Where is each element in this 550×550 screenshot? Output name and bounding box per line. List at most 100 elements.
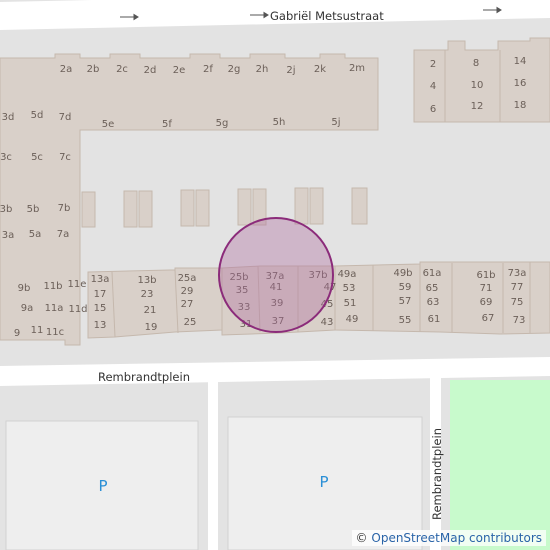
attribution-link[interactable]: OpenStreetMap contributors (371, 531, 542, 545)
parking-icon[interactable]: P (319, 473, 328, 491)
location-marker-circle[interactable] (218, 217, 334, 333)
house-number-9: 9 (14, 328, 20, 339)
house-number-2: 2 (430, 59, 436, 70)
house-number-2e: 2e (173, 65, 186, 76)
house-number-73: 73 (513, 315, 526, 326)
garage (81, 191, 96, 228)
house-number-49a: 49a (338, 269, 357, 280)
house-number-2f: 2f (203, 64, 213, 75)
house-number-2m: 2m (349, 63, 365, 74)
parking-icon[interactable]: P (98, 477, 107, 495)
house-number-5a: 5a (29, 229, 42, 240)
map-canvas[interactable]: Gabriël Metsustraat Rembrandtplein Rembr… (0, 0, 550, 550)
house-number-10: 10 (471, 80, 484, 91)
house-number-13b: 13b (137, 275, 156, 286)
garage (180, 189, 195, 227)
street-label-rembrandtplein[interactable]: Rembrandtplein (98, 370, 190, 384)
house-number-49b: 49b (393, 268, 412, 279)
house-number-2a: 2a (60, 64, 73, 75)
house-number-5g: 5g (216, 118, 229, 129)
house-number-5d: 5d (31, 110, 44, 121)
house-number-5j: 5j (331, 117, 340, 128)
house-number-43: 43 (321, 317, 334, 328)
attribution: © OpenStreetMap contributors (351, 530, 546, 546)
house-number-11c: 11c (46, 327, 64, 338)
house-number-6: 6 (430, 104, 436, 115)
house-number-18: 18 (514, 100, 527, 111)
house-number-7b: 7b (58, 203, 71, 214)
house-number-13a: 13a (91, 274, 110, 285)
house-number-5e: 5e (102, 119, 115, 130)
house-number-27: 27 (181, 299, 194, 310)
garage (138, 190, 153, 228)
house-number-25: 25 (184, 317, 197, 328)
house-number-14: 14 (514, 56, 527, 67)
house-number-2d: 2d (144, 65, 157, 76)
house-number-73a: 73a (508, 268, 527, 279)
garage (351, 187, 368, 225)
garage (237, 188, 252, 226)
house-number-2g: 2g (228, 64, 241, 75)
house-number-67: 67 (482, 313, 495, 324)
house-number-61: 61 (428, 314, 441, 325)
street-label-rembrandtplein-vertical[interactable]: Rembrandtplein (430, 428, 444, 520)
house-number-7d: 7d (59, 112, 72, 123)
house-number-16: 16 (514, 78, 527, 89)
footpath[interactable] (208, 378, 218, 550)
house-number-11a: 11a (45, 303, 64, 314)
house-number-61a: 61a (423, 268, 442, 279)
house-number-61b: 61b (476, 270, 495, 281)
house-number-59: 59 (399, 282, 412, 293)
house-number-2k: 2k (314, 64, 326, 75)
house-number-75: 75 (511, 297, 524, 308)
house-number-23: 23 (141, 289, 154, 300)
house-number-9a: 9a (21, 303, 34, 314)
house-number-2b: 2b (87, 64, 100, 75)
house-number-3a: 3a (2, 230, 15, 241)
house-number-63: 63 (427, 297, 440, 308)
house-number-11e: 11e (68, 279, 87, 290)
garage (195, 189, 210, 227)
house-number-12: 12 (471, 101, 484, 112)
house-number-11b: 11b (43, 281, 62, 292)
house-number-51: 51 (344, 298, 357, 309)
street-label-gabriel-metsustraat[interactable]: Gabriël Metsustraat (270, 9, 384, 23)
house-number-2h: 2h (256, 64, 269, 75)
house-number-21: 21 (144, 305, 157, 316)
house-number-29: 29 (181, 286, 194, 297)
garage (309, 187, 324, 225)
house-number-11d: 11d (68, 304, 87, 315)
house-number-2j: 2j (286, 65, 295, 76)
house-number-3c: 3c (0, 152, 12, 163)
house-number-5h: 5h (273, 117, 286, 128)
house-number-53: 53 (343, 283, 356, 294)
house-number-13: 13 (94, 320, 107, 331)
house-number-49: 49 (346, 314, 359, 325)
house-number-9b: 9b (18, 283, 31, 294)
house-number-65: 65 (426, 283, 439, 294)
house-number-4: 4 (430, 81, 436, 92)
house-number-71: 71 (480, 283, 493, 294)
garage (294, 187, 309, 225)
house-number-69: 69 (480, 297, 493, 308)
house-number-3d: 3d (2, 112, 15, 123)
copyright-symbol: © (355, 531, 368, 545)
house-number-17: 17 (94, 289, 107, 300)
house-number-19: 19 (145, 322, 158, 333)
house-number-5b: 5b (27, 204, 40, 215)
house-number-8: 8 (473, 58, 479, 69)
house-number-3b: 3b (0, 204, 12, 215)
house-number-25a: 25a (178, 273, 197, 284)
house-number-11: 11 (31, 325, 44, 336)
house-number-5c: 5c (31, 152, 43, 163)
house-number-5f: 5f (162, 119, 172, 130)
house-number-7a: 7a (57, 229, 70, 240)
house-number-2c: 2c (116, 64, 128, 75)
garage (123, 190, 138, 228)
house-number-55: 55 (399, 315, 412, 326)
house-number-57: 57 (399, 296, 412, 307)
house-number-7c: 7c (59, 152, 71, 163)
park-area[interactable] (450, 380, 550, 550)
house-number-77: 77 (511, 282, 524, 293)
house-number-15: 15 (94, 303, 107, 314)
